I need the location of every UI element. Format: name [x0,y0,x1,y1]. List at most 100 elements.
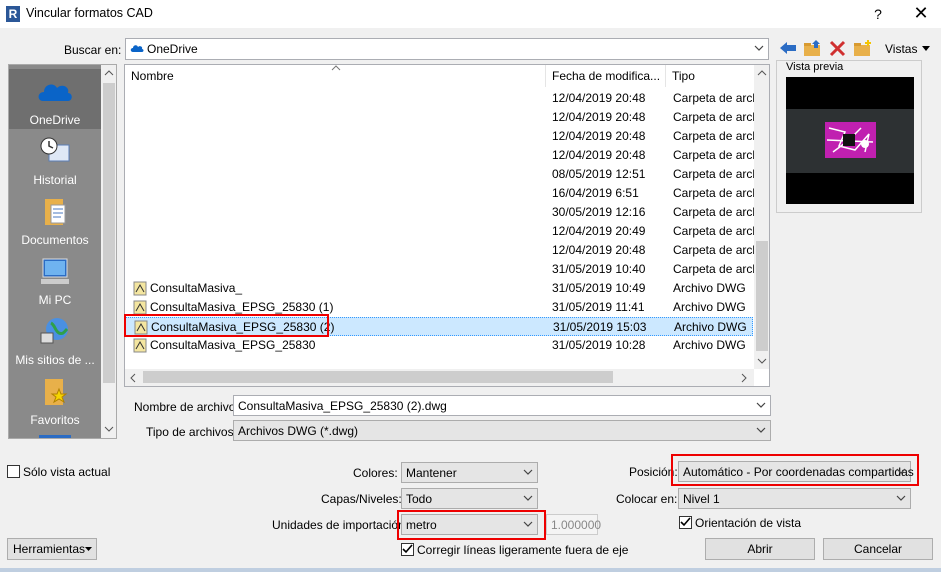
dropdown-arrow-icon [85,547,92,551]
file-date: 12/04/2019 20:49 [552,224,646,238]
chevron-down-icon[interactable] [756,425,766,435]
file-list-vertical-scrollbar[interactable] [754,65,769,369]
lookin-dropdown[interactable]: OneDrive [125,38,769,60]
file-date: 30/05/2019 12:16 [552,205,646,219]
chevron-down-icon [754,45,764,51]
place-label: Favoritos [30,413,80,427]
file-list-horizontal-scrollbar[interactable] [125,369,754,386]
place-history[interactable]: Historial [9,129,101,189]
file-type: Carpeta de archivos [673,167,755,181]
orient-to-view-checkbox[interactable] [679,516,692,529]
open-button[interactable]: Abrir [705,538,815,560]
open-button-label: Abrir [747,542,773,556]
file-row[interactable]: ConsultaMasiva_EPSG_25830 31/05/2019 10:2… [125,336,753,355]
up-folder-icon[interactable] [803,39,823,57]
filetype-value: Archivos DWG (*.dwg) [238,424,359,438]
scroll-down-icon[interactable] [104,425,114,433]
filename-combo[interactable]: ConsultaMasiva_EPSG_25830 (2).dwg [233,395,771,416]
scroll-up-icon[interactable] [104,69,114,77]
chevron-down-icon[interactable] [896,493,906,503]
file-type: Carpeta de archivos [673,186,755,200]
scroll-up-icon[interactable] [757,69,767,77]
checkmark-icon [402,544,413,554]
file-date: 12/04/2019 20:48 [552,243,646,257]
file-date: 31/05/2019 10:40 [552,262,646,276]
file-type: Carpeta de archivos [673,110,755,124]
scroll-right-icon[interactable] [740,373,748,383]
tools-button[interactable]: Herramientas [7,538,97,560]
file-date: 12/04/2019 20:48 [552,91,646,105]
file-row[interactable]: ConsultaMasiva_ 31/05/2019 10:49 Archivo D… [125,279,753,298]
highlight-import-units [397,510,546,540]
colors-dropdown[interactable]: Mantener [401,462,538,483]
views-button[interactable]: Vistas [885,42,917,56]
correct-lines-checkbox[interactable] [401,543,414,556]
filename-label: Nombre de archivo: [134,400,239,414]
file-type: Carpeta de archivos [673,129,755,143]
file-date: 12/04/2019 20:48 [552,129,646,143]
back-arrow-icon[interactable] [779,40,797,56]
file-type: Carpeta de archivos [673,224,755,238]
place-documents[interactable]: Documentos [9,189,101,249]
file-type: Carpeta de archivos [673,205,755,219]
horizontal-scroll-thumb[interactable] [143,371,613,383]
documents-icon [45,199,66,225]
dwg-file-icon [133,338,147,353]
filetype-dropdown[interactable]: Archivos DWG (*.dwg) [233,420,771,441]
place-favorites[interactable]: Favoritos [9,369,101,429]
network-icon [40,318,69,344]
scroll-down-icon[interactable] [757,357,767,365]
place-label: Mis sitios de ... [15,353,95,367]
file-row[interactable]: 12/04/2019 20:48 Carpeta de archivos [125,127,755,146]
file-row[interactable]: 30/05/2019 12:16 Carpeta de archivos [125,203,755,222]
checkmark-icon [680,517,691,527]
sort-ascending-icon [331,65,341,71]
place-label: Documentos [21,233,89,247]
scale-factor-field[interactable]: 1.000000 [546,514,601,535]
colors-label: Colores: [353,466,398,480]
file-row[interactable]: 12/04/2019 20:49 Carpeta de archivos [125,222,755,241]
file-row[interactable]: 12/04/2019 20:48 Carpeta de archivos [125,108,755,127]
place-my-pc[interactable]: Mi PC [9,249,101,309]
cancel-button-label: Cancelar [853,542,903,556]
file-date: 12/04/2019 20:48 [552,110,646,124]
place-more[interactable] [9,429,101,438]
file-list[interactable]: Nombre Fecha de modifica... Tipo 12/04/2… [124,64,770,387]
places-scroll-thumb[interactable] [103,83,115,383]
file-type: Carpeta de archivos [673,148,755,162]
orient-to-view-label: Orientación de vista [695,516,802,530]
cad-drawing-thumbnail [825,122,876,158]
correct-lines-label: Corregir líneas ligeramente fuera de eje [417,543,629,557]
place-at-dropdown[interactable]: Nivel 1 [678,488,911,509]
layers-dropdown[interactable]: Todo [401,488,538,509]
file-row[interactable]: 12/04/2019 20:48 Carpeta de archivos [125,146,755,165]
cancel-button[interactable]: Cancelar [823,538,933,560]
delete-icon[interactable] [829,40,846,57]
place-label: Mi PC [38,293,72,307]
file-row[interactable]: 16/04/2019 6:51 Carpeta de archivos [125,184,755,203]
file-row[interactable]: 12/04/2019 20:48 Carpeta de archivos [125,89,755,108]
new-folder-icon[interactable] [853,39,873,57]
column-header-type[interactable]: Tipo [666,65,756,87]
views-dropdown-arrow-icon[interactable] [922,46,930,52]
filetype-label: Tipo de archivos: [146,425,237,439]
column-header-date[interactable]: Fecha de modifica... [546,65,666,87]
scroll-left-icon[interactable] [129,373,137,383]
vertical-scroll-thumb[interactable] [756,241,768,351]
places-scrollbar[interactable] [101,65,116,438]
chevron-down-icon[interactable] [523,493,533,503]
file-row[interactable]: 08/05/2019 12:51 Carpeta de archivos [125,165,755,184]
current-view-only-label: Sólo vista actual [23,465,111,479]
chevron-down-icon[interactable] [523,467,533,477]
current-view-only-checkbox[interactable] [7,465,20,478]
dwg-file-icon [133,300,147,315]
preview-label: Vista previa [785,61,845,73]
close-button[interactable]: ✕ [906,3,936,25]
file-type: Carpeta de archivos [673,262,755,276]
place-onedrive[interactable]: OneDrive [9,69,101,129]
file-row[interactable]: 31/05/2019 10:40 Carpeta de archivos [125,260,755,279]
chevron-down-icon[interactable] [756,400,766,410]
file-row[interactable]: 12/04/2019 20:48 Carpeta de archivos [125,241,755,260]
help-button[interactable]: ? [866,3,890,25]
place-network[interactable]: Mis sitios de ... [9,309,101,369]
